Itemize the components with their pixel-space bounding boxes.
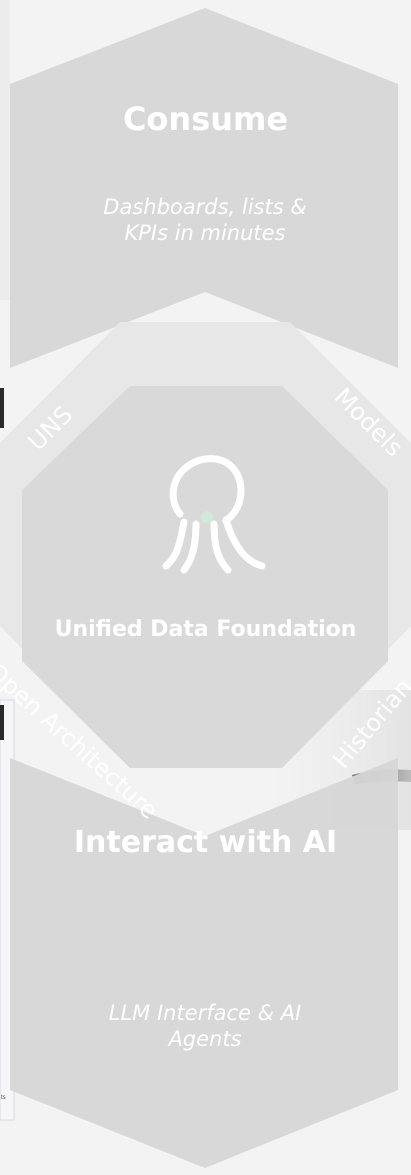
interact-hexagon (10, 758, 398, 1168)
interact-title: Interact with AI (73, 825, 338, 860)
edge-fragment-text: ts (1, 1095, 6, 1101)
interact-subtitle: LLM Interface & AI Agents (60, 1000, 350, 1053)
consume-subtitle: Dashboards, lists & KPIs in minutes (60, 194, 350, 247)
consume-hexagon (10, 8, 398, 368)
consume-title: Consume (122, 100, 289, 138)
foundation-octagon-inner (22, 386, 388, 768)
diagram-canvas: UNS Models Historian Open Architecture (0, 0, 411, 1168)
consume-subtitle-line-2: KPIs in minutes (124, 221, 286, 246)
interact-subtitle-line-2: Agents (168, 1027, 242, 1052)
left-edge-dark-mark (0, 388, 4, 428)
consume-subtitle-line-1: Dashboards, lists & (103, 195, 307, 219)
foundation-title: Unified Data Foundation (54, 617, 357, 642)
octopus-eye-dot (201, 511, 213, 523)
left-edge-panel (0, 0, 10, 300)
left-edge-dark-mark-2 (0, 705, 4, 740)
interact-subtitle-line-1: LLM Interface & AI (108, 1001, 302, 1025)
